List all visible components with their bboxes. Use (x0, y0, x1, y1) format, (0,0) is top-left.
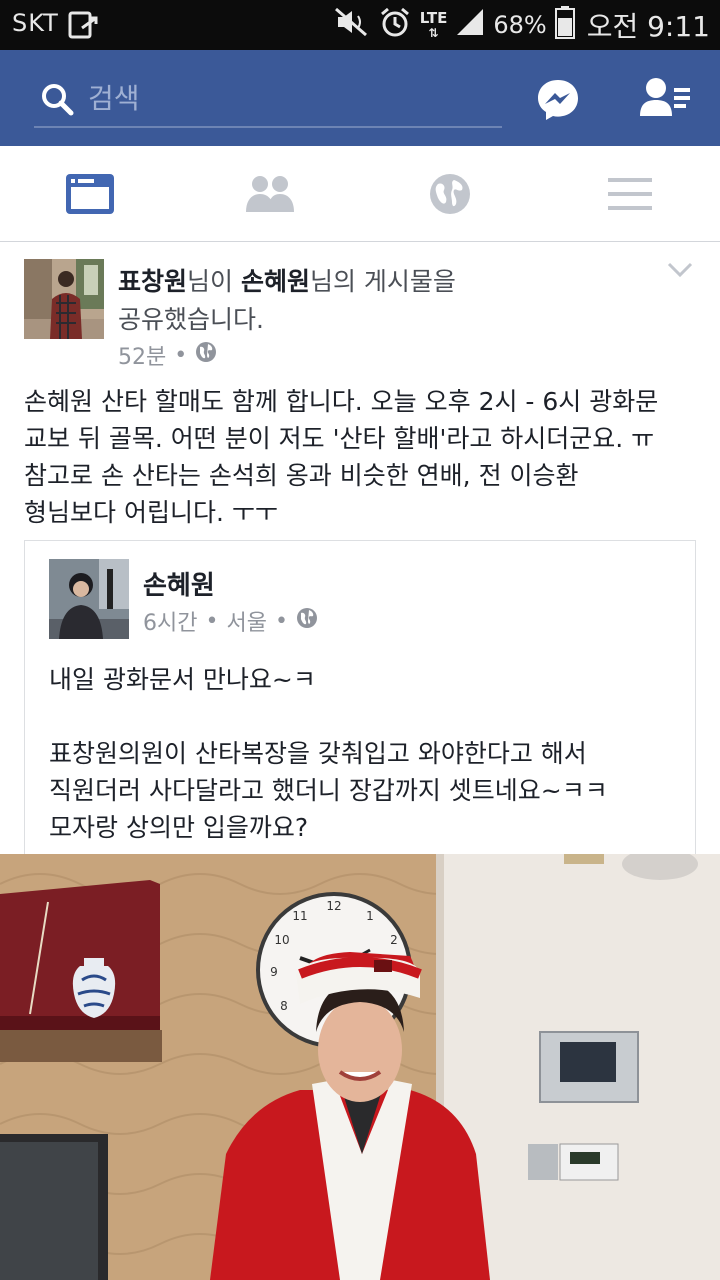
battery-percent: 68% (493, 11, 547, 39)
svg-text:9: 9 (270, 965, 278, 979)
tab-notifications[interactable] (360, 146, 540, 242)
chevron-down-icon (667, 262, 693, 278)
shared-post-card[interactable]: 손혜원 6시간 • 서울 • 내일 광화문서 만나요~ㅋ 표창원의원이 산타복장… (24, 540, 696, 860)
battery-icon (554, 5, 575, 45)
post-text-line: 교보 뒤 골목. 어떤 분이 저도 '산타 할배'라고 하시더군요. ㅠ (24, 424, 655, 453)
status-bar: SKT LTE ⇅ 68% 오전 9:11 (0, 0, 720, 50)
original-author-name[interactable]: 손혜원 (241, 267, 310, 296)
post-body: 손혜원 산타 할매도 함께 합니다. 오늘 오후 2시 - 6시 광화문 교보 … (24, 383, 700, 531)
svg-text:1: 1 (366, 909, 374, 923)
top-header (0, 50, 720, 146)
friend-requests-icon (640, 78, 690, 116)
shared-post-time[interactable]: 6시간 (143, 605, 197, 637)
carrier-label: SKT (12, 9, 59, 37)
globe-notifications-icon (430, 174, 470, 214)
post-time[interactable]: 52분 (118, 339, 166, 371)
tab-menu[interactable] (540, 146, 720, 242)
svg-text:8: 8 (280, 999, 288, 1013)
shared-author-name[interactable]: 손혜원 (143, 565, 215, 602)
svg-text:12: 12 (326, 899, 341, 913)
share-action-text-2: 공유했습니다. (118, 305, 264, 334)
post-text-line: 형님보다 어립니다. ㅜㅜ (24, 498, 278, 527)
shared-post-body: 내일 광화문서 만나요~ㅋ 표창원의원이 산타복장을 갖춰입고 와야한다고 해서… (49, 661, 679, 846)
santa-photo: 1212 3910 118 (0, 854, 720, 1280)
svg-text:11: 11 (292, 909, 307, 923)
search-bar[interactable] (34, 74, 502, 128)
messenger-button[interactable] (536, 78, 580, 122)
shared-text-line: 모자랑 상의만 입을까요? (49, 813, 309, 842)
network-type: LTE ⇅ (419, 8, 448, 40)
tab-bar (0, 146, 720, 242)
actor-name[interactable]: 표창원 (118, 267, 187, 296)
alarm-icon (378, 6, 412, 44)
globe-icon (195, 341, 217, 369)
friend-requests-button[interactable] (638, 76, 692, 122)
actor-suffix: 님이 (187, 267, 241, 296)
friends-icon (246, 176, 294, 212)
post-meta: 52분 • (118, 339, 217, 371)
shared-post-meta: 6시간 • 서울 • (143, 605, 318, 637)
post-photo[interactable]: 1212 3910 118 (0, 854, 720, 1280)
feed-post: 표창원님이 손혜원님의 게시물을 공유했습니다. 52분 • 손혜원 산타 할매… (0, 243, 720, 1280)
meta-separator: • (274, 608, 288, 634)
globe-icon (296, 607, 318, 635)
shared-text-line: 표창원의원이 산타복장을 갖춰입고 와야한다고 해서 (49, 739, 587, 768)
svg-text:2: 2 (390, 933, 398, 947)
post-options-button[interactable] (666, 261, 694, 283)
messenger-icon (538, 80, 578, 120)
avatar[interactable] (24, 259, 104, 339)
tab-friends[interactable] (180, 146, 360, 242)
screen-share-icon (68, 10, 102, 44)
clock: 오전 9:11 (586, 10, 710, 43)
share-action-text: 님의 게시물을 (309, 267, 456, 296)
svg-text:10: 10 (274, 933, 289, 947)
tab-news-feed[interactable] (0, 146, 180, 242)
signal-icon (455, 7, 485, 43)
post-text-line: 손혜원 산타 할매도 함께 합니다. 오늘 오후 2시 - 6시 광화문 (24, 387, 659, 416)
search-input[interactable] (88, 78, 488, 118)
avatar[interactable] (49, 559, 129, 639)
post-header: 표창원님이 손혜원님의 게시물을 공유했습니다. (118, 263, 658, 339)
meta-separator: • (205, 608, 219, 634)
search-icon (40, 82, 74, 120)
shared-post-location[interactable]: 서울 (226, 605, 266, 637)
shared-text-line: 직원더러 사다달라고 했더니 장갑까지 셋트네요~ㅋㅋ (49, 776, 608, 805)
news-feed-icon (66, 174, 114, 214)
post-text-line: 참고로 손 산타는 손석희 옹과 비슷한 연배, 전 이승환 (24, 461, 579, 490)
hamburger-menu-icon (608, 178, 652, 210)
meta-separator: • (174, 342, 188, 368)
mute-icon (334, 7, 370, 43)
shared-text-line: 내일 광화문서 만나요~ㅋ (49, 665, 316, 694)
